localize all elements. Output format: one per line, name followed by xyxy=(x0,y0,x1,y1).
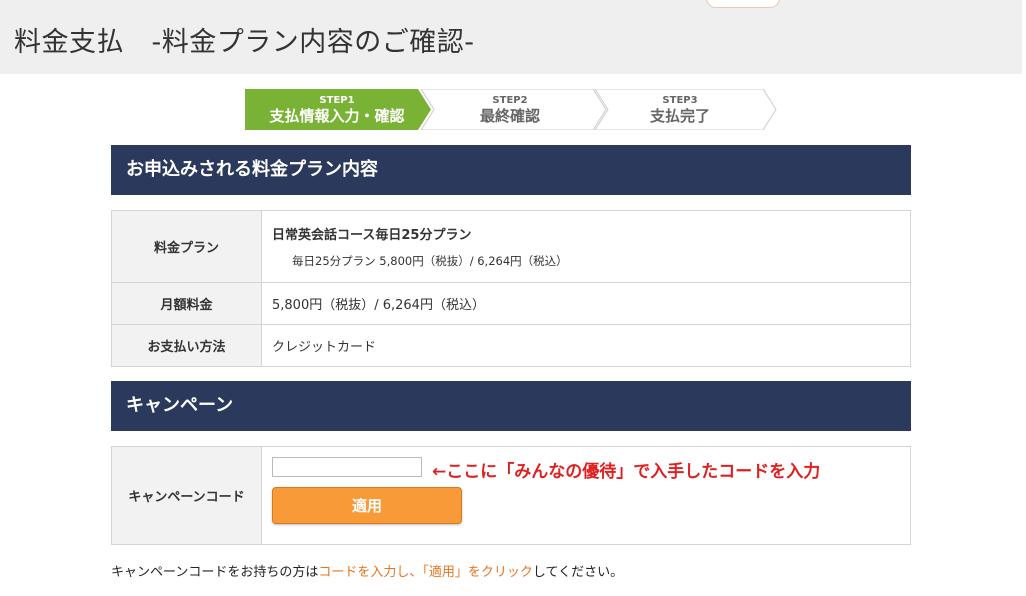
plan-label: 料金プラン xyxy=(111,210,262,283)
footer-note-highlight: コードを入力し、「適用」をクリック xyxy=(318,565,533,580)
payment-method-label: お支払い方法 xyxy=(111,324,262,367)
campaign-code-row: キャンペーンコード ←ここに「みんなの優待」で入手したコードを入力 適用 xyxy=(111,446,911,545)
step-2-number: STEP2 xyxy=(492,94,528,106)
page-header: 料金支払 -料金プラン内容のご確認- xyxy=(0,0,1022,74)
plan-row: 料金プラン 日常英会話コース毎日25分プラン 毎日25分プラン 5,800円（税… xyxy=(111,210,911,283)
top-tab[interactable] xyxy=(706,0,780,8)
step-2-label: 最終確認 xyxy=(479,106,540,125)
payment-method-row: お支払い方法 クレジットカード xyxy=(111,324,911,367)
plan-name: 日常英会話コース毎日25分プラン xyxy=(272,228,472,243)
plan-detail: 毎日25分プラン 5,800円（税抜）/ 6,264円（税込） xyxy=(292,254,568,268)
step-2: STEP2 最終確認 xyxy=(435,89,585,130)
plan-section-heading: お申込みされる料金プラン内容 xyxy=(111,145,911,195)
payment-method-value: クレジットカード xyxy=(261,324,911,367)
campaign-table: キャンペーンコード ←ここに「みんなの優待」で入手したコードを入力 適用 xyxy=(111,446,911,545)
campaign-code-cell: ←ここに「みんなの優待」で入手したコードを入力 適用 xyxy=(261,446,911,545)
step-3: STEP3 支払完了 xyxy=(605,89,755,130)
plan-cell: 日常英会話コース毎日25分プラン 毎日25分プラン 5,800円（税抜）/ 6,… xyxy=(261,210,911,283)
footer-note-text-2: してください。 xyxy=(532,565,624,580)
step-1-number: STEP1 xyxy=(319,94,355,106)
code-annotation: ←ここに「みんなの優待」で入手したコードを入力 xyxy=(432,462,821,482)
plan-table: 料金プラン 日常英会話コース毎日25分プラン 毎日25分プラン 5,800円（税… xyxy=(111,210,911,367)
campaign-code-input[interactable] xyxy=(272,457,422,477)
step-1-label: 支払情報入力・確認 xyxy=(269,106,405,125)
campaign-code-label: キャンペーンコード xyxy=(111,446,262,545)
step-1: STEP1 支払情報入力・確認 xyxy=(245,89,429,130)
fee-row: 月額料金 5,800円（税抜）/ 6,264円（税込） xyxy=(111,282,911,325)
footer-note: キャンペーンコードをお持ちの方はコードを入力し、「適用」をクリックしてください。 xyxy=(111,561,623,580)
apply-button[interactable]: 適用 xyxy=(272,487,462,524)
step-3-label: 支払完了 xyxy=(649,106,710,125)
fee-value: 5,800円（税抜）/ 6,264円（税込） xyxy=(261,282,911,325)
fee-label: 月額料金 xyxy=(111,282,262,325)
campaign-section-heading: キャンペーン xyxy=(111,381,911,431)
footer-note-text-1: キャンペーンコードをお持ちの方は xyxy=(111,565,319,580)
page-title: 料金支払 -料金プラン内容のご確認- xyxy=(14,27,475,58)
step-progress: STEP1 支払情報入力・確認 STEP2 最終確認 STEP3 支払完了 xyxy=(245,89,777,130)
step-3-number: STEP3 xyxy=(662,94,698,106)
